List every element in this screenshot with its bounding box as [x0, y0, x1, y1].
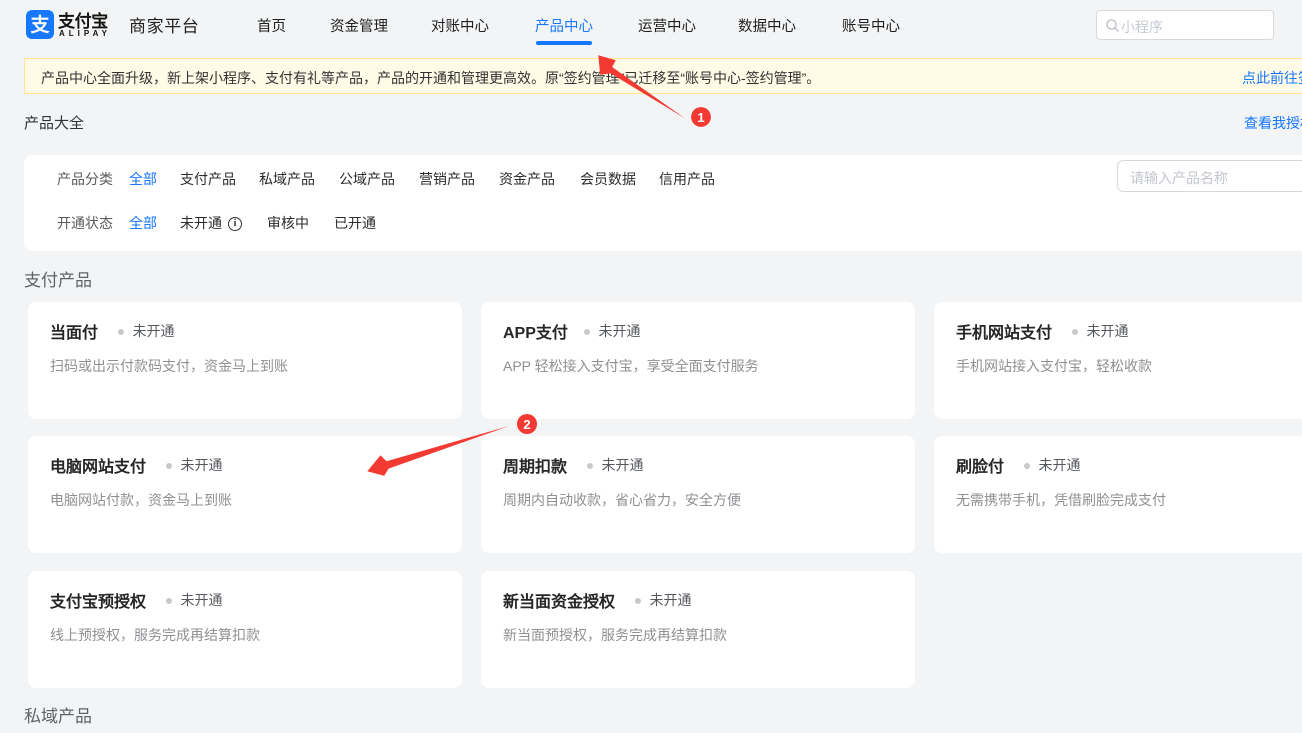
svg-text:支: 支 — [29, 14, 50, 36]
svg-text:1: 1 — [697, 110, 704, 125]
svg-text:2: 2 — [523, 417, 530, 432]
